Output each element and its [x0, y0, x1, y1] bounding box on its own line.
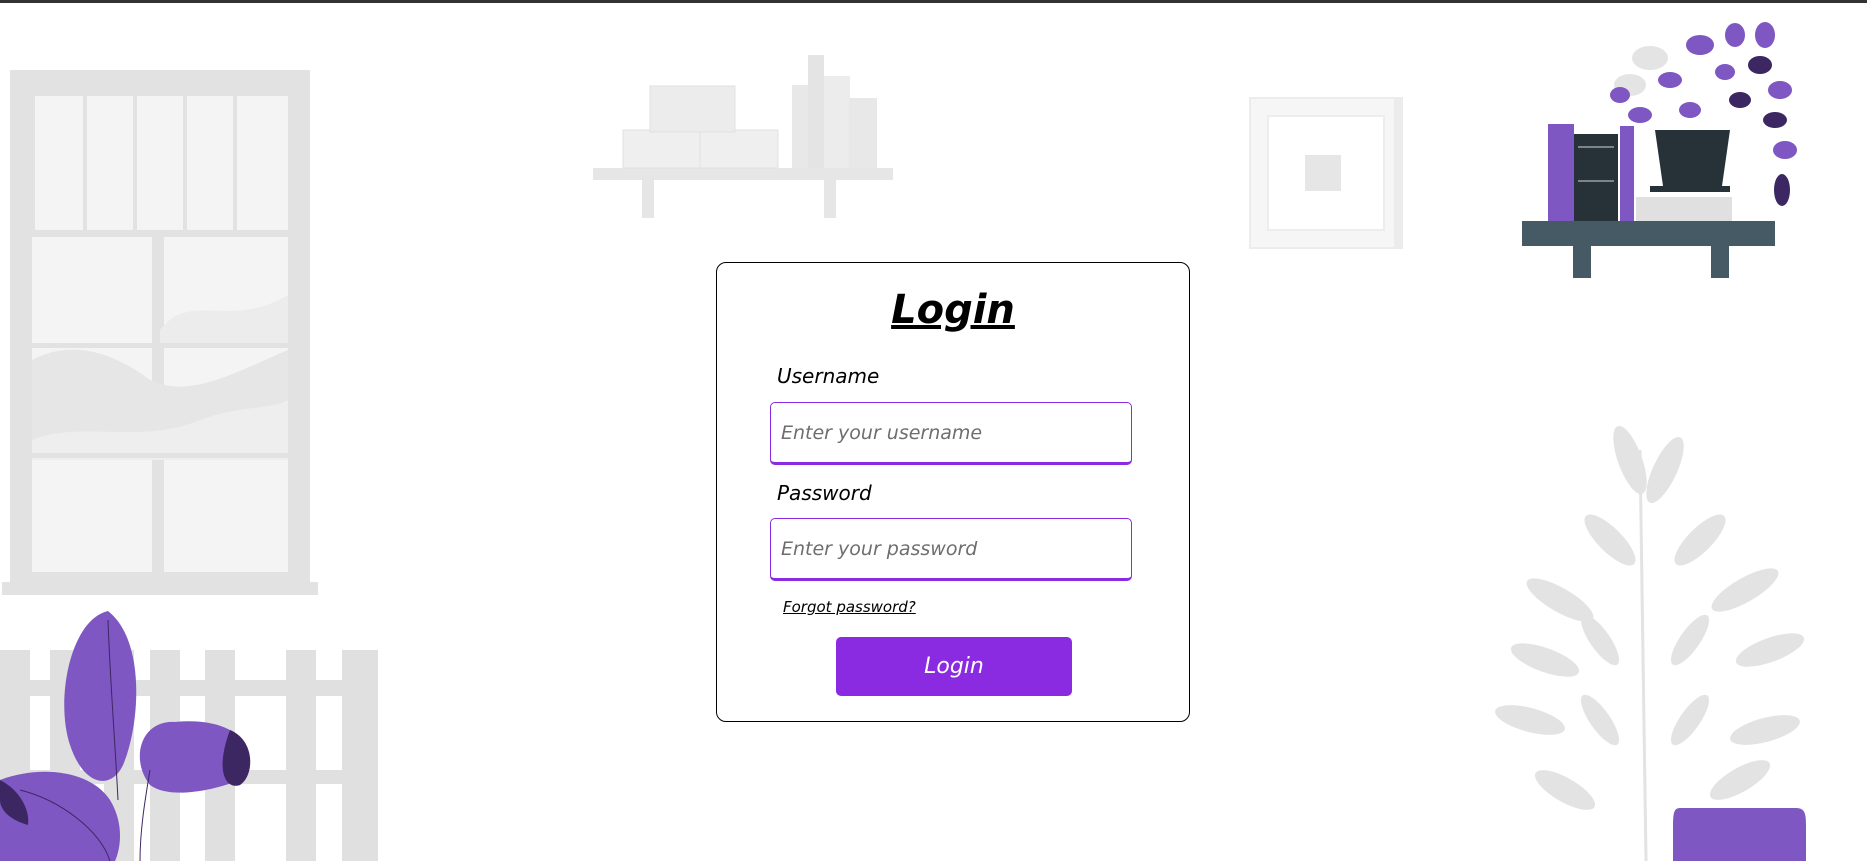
bookshelf-plant-illustration	[1522, 22, 1797, 278]
purple-pot-illustration	[1673, 808, 1806, 861]
username-input[interactable]	[770, 402, 1132, 465]
login-title: Login	[891, 287, 1015, 333]
password-input[interactable]	[770, 518, 1132, 581]
username-label: Username	[777, 364, 880, 388]
faded-shelf-illustration	[593, 55, 893, 218]
faded-tall-plant-illustration	[1495, 425, 1805, 861]
password-label: Password	[777, 481, 872, 505]
login-card: Login Username Password Forgot password?…	[716, 262, 1190, 722]
login-button[interactable]: Login	[836, 637, 1072, 696]
window-illustration	[2, 70, 318, 595]
forgot-password-link[interactable]: Forgot password?	[783, 598, 916, 616]
faded-frame-illustration	[1249, 97, 1403, 249]
